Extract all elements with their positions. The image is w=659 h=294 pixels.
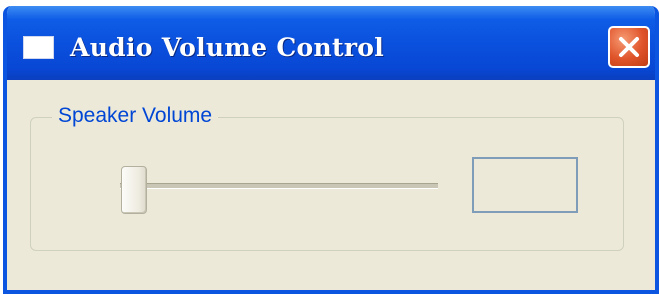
title-bar[interactable]: Audio Volume Control [7, 6, 655, 80]
close-button[interactable] [608, 26, 650, 68]
window-title: Audio Volume Control [70, 33, 385, 62]
volume-slider-thumb[interactable] [121, 166, 147, 214]
volume-slider-track[interactable] [120, 183, 438, 189]
volume-value-field[interactable] [472, 157, 578, 213]
window-icon [23, 36, 54, 59]
close-icon [619, 37, 639, 57]
speaker-volume-label: Speaker Volume [52, 104, 219, 128]
